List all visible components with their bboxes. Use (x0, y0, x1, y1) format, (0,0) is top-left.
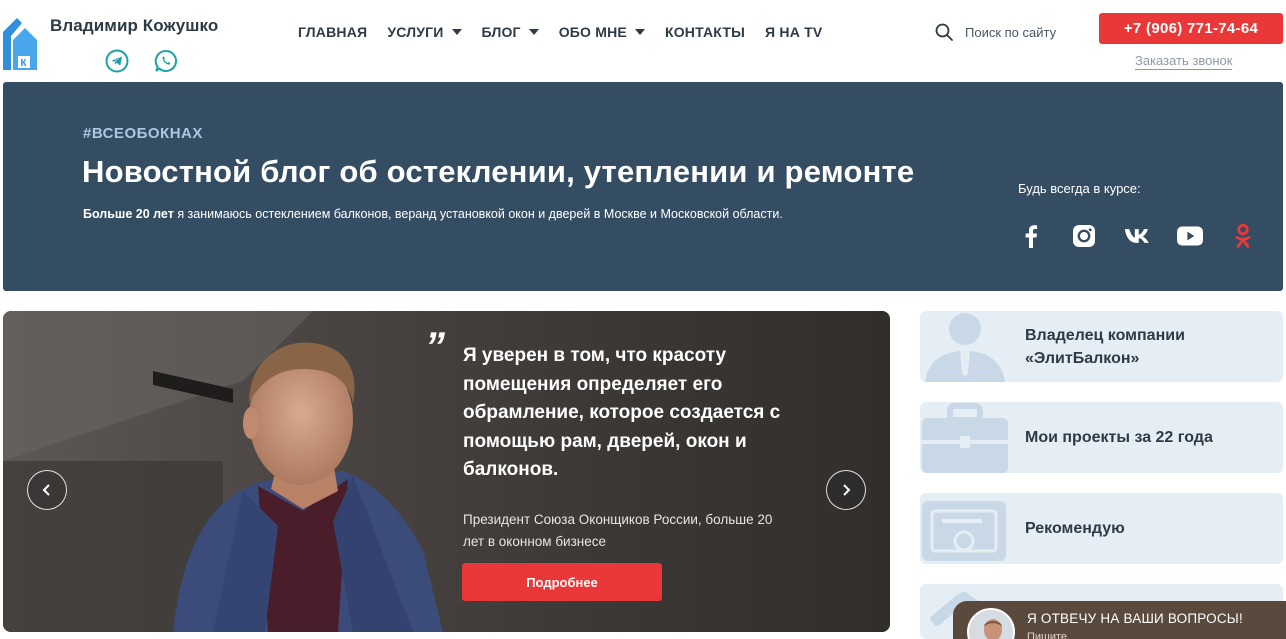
chevron-down-icon[interactable] (528, 29, 539, 35)
slide-author: Президент Союза Оконщиков России, больше… (463, 512, 773, 549)
nav-item-services[interactable]: УСЛУГИ (387, 24, 462, 40)
slider-next-button[interactable] (826, 470, 866, 510)
nav-item-about[interactable]: ОБО МНЕ (559, 24, 645, 40)
certificate-icon (922, 501, 1006, 561)
quote-mark: ” (425, 325, 445, 369)
nav-item-blog[interactable]: БЛОГ (482, 24, 539, 40)
vk-icon[interactable] (1124, 223, 1150, 249)
search-input[interactable] (965, 24, 1105, 40)
chevron-down-icon[interactable] (451, 29, 462, 35)
slide-quote: Я уверен в том, что красоту помещения оп… (463, 345, 781, 480)
chevron-down-icon[interactable] (634, 29, 645, 35)
nav-item-home[interactable]: ГЛАВНАЯ (298, 24, 367, 40)
chevron-right-icon[interactable] (840, 483, 852, 497)
chat-subtitle[interactable]: Пишите (1027, 631, 1067, 639)
logo-icon[interactable]: К (3, 18, 37, 72)
avatar[interactable] (967, 608, 1015, 639)
banner-hashtag[interactable]: #ВСЕОБОКНАХ (83, 125, 203, 142)
nav-item-contacts[interactable]: КОНТАКТЫ (665, 24, 745, 40)
odnoklassniki-icon[interactable] (1230, 223, 1256, 249)
card-owner[interactable]: Владелец компании «ЭлитБалкон» (920, 311, 1283, 382)
phone-button[interactable]: +7 (906) 771-74-64 (1099, 13, 1283, 44)
svg-text:К: К (21, 58, 28, 69)
businessman-icon (925, 313, 1005, 382)
whatsapp-icon[interactable] (154, 49, 178, 73)
slider-prev-button[interactable] (27, 470, 67, 510)
social-links (1018, 223, 1283, 249)
blog-banner: #ВСЕОБОКНАХ Новостной блог об остеклении… (3, 82, 1283, 291)
instagram-icon[interactable] (1071, 223, 1097, 249)
brand-name[interactable]: Владимир Кожушко (50, 16, 218, 36)
follow-label: Будь всегда в курсе: (1018, 181, 1141, 196)
youtube-icon[interactable] (1177, 223, 1203, 249)
site-header: К Владимир Кожушко ГЛАВНАЯ УСЛУГИ БЛОГ О… (0, 0, 1286, 80)
main-nav: ГЛАВНАЯ УСЛУГИ БЛОГ ОБО МНЕ КОНТАКТЫ Я Н… (298, 24, 842, 40)
search-icon[interactable] (935, 23, 953, 41)
banner-description: Больше 20 лет я занимаюсь остеклением ба… (83, 207, 783, 221)
telegram-icon[interactable] (105, 49, 129, 73)
callback-link[interactable]: Заказать звонок (1135, 53, 1233, 70)
chevron-left-icon[interactable] (41, 483, 53, 497)
card-recommend[interactable]: Рекомендую (920, 493, 1283, 564)
site-search[interactable] (935, 23, 1105, 41)
card-projects[interactable]: Мои проекты за 22 года (920, 402, 1283, 473)
page-title: Новостной блог об остеклении, утеплении … (82, 154, 915, 189)
chat-widget[interactable]: Я ОТВЕЧУ НА ВАШИ ВОПРОСЫ! Пишите (953, 601, 1286, 639)
facebook-icon[interactable] (1018, 223, 1044, 249)
hero-slider: ” Я уверен в том, что красоту помещения … (3, 311, 890, 632)
briefcase-icon (922, 403, 1008, 473)
nav-item-tv[interactable]: Я НА TV (765, 24, 822, 40)
chat-title[interactable]: Я ОТВЕЧУ НА ВАШИ ВОПРОСЫ! (1027, 611, 1243, 626)
more-button[interactable]: Подробнее (462, 563, 662, 601)
